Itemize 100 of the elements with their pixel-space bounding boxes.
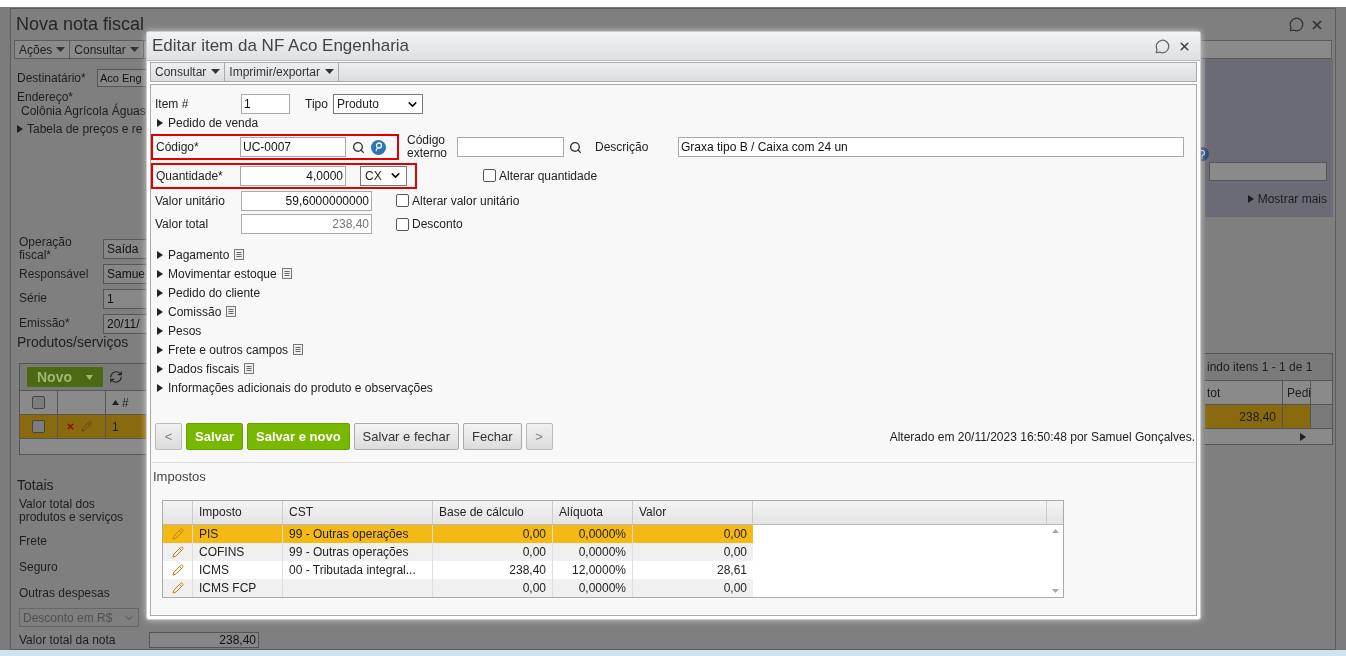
section-expander[interactable]: Informações adicionais do produto e observações: [157, 378, 433, 397]
note-icon: [244, 363, 255, 374]
sort-icon[interactable]: [112, 400, 119, 405]
scrollbar[interactable]: [20, 438, 148, 454]
table-cell: 0,00: [433, 542, 553, 561]
column-header[interactable]: Imposto: [193, 500, 283, 524]
expand-icon: [157, 383, 163, 392]
section-expander[interactable]: Frete e outros campos: [157, 340, 289, 359]
action-button[interactable]: Salvar e fechar: [353, 423, 460, 450]
note-icon: [226, 306, 237, 317]
menu-button[interactable]: Consultar: [70, 41, 144, 58]
action-button[interactable]: Fechar: [463, 423, 522, 450]
comment-icon[interactable]: [1289, 17, 1304, 32]
table-cell: 99 - Outras operações: [283, 524, 433, 543]
table-cell-text: 0,00: [722, 579, 748, 597]
checkbox[interactable]: [32, 396, 45, 409]
item-number-field[interactable]: 1: [241, 94, 290, 114]
section-title: Impostos: [153, 468, 207, 486]
quantity-field[interactable]: 4,0000: [240, 165, 346, 186]
table-cell-text: 0,00: [722, 525, 748, 543]
field-label: Valor total da nota: [18, 632, 117, 649]
search-icon[interactable]: [352, 140, 365, 154]
field-label: Valor total dos produtos e serviços: [18, 498, 125, 524]
expand-icon: [157, 269, 163, 278]
column-header[interactable]: CST: [283, 500, 433, 524]
comment-icon[interactable]: [1155, 38, 1170, 54]
note-icon: [281, 268, 292, 279]
menu-button[interactable]: Ações: [15, 41, 71, 58]
table-cell: 0,00: [433, 524, 553, 543]
section-expander[interactable]: Dados fiscais: [157, 359, 240, 378]
field-label: Destinatário*: [17, 70, 87, 87]
pencil-icon[interactable]: [171, 581, 184, 594]
info-icon[interactable]: [371, 139, 386, 155]
column-header[interactable]: Alíquota: [553, 500, 633, 524]
checkbox[interactable]: [483, 169, 496, 182]
caret-icon: [86, 374, 93, 380]
scroll-up-icon[interactable]: [1051, 528, 1059, 533]
delete-icon[interactable]: [66, 422, 75, 431]
window-title: Nova nota fiscal: [16, 13, 145, 36]
external-code-field[interactable]: [457, 137, 564, 157]
pencil-icon[interactable]: [171, 563, 184, 576]
sales-order-expander[interactable]: Pedido de venda: [155, 114, 1196, 132]
dropdown-icon: [56, 46, 66, 53]
price-table-expander[interactable]: Tabela de preços e re: [17, 120, 143, 138]
pencil-icon[interactable]: [171, 527, 184, 540]
field-label: Outras despesas: [18, 585, 110, 602]
field-label: Operação fiscal*: [19, 236, 73, 263]
menu-button[interactable]: Consultar: [151, 63, 226, 81]
search-icon[interactable]: [569, 140, 582, 154]
checkbox-label: Alterar valor unitário: [412, 192, 520, 210]
checkbox-label: Alterar quantidade: [499, 167, 598, 185]
table-cell-text: 1: [112, 418, 119, 436]
dropdown-icon: [129, 46, 139, 53]
checkbox[interactable]: [396, 194, 409, 207]
field-label: Item #: [155, 96, 190, 113]
expand-icon: [157, 119, 163, 127]
filter-field[interactable]: [1209, 162, 1327, 181]
table-cell: PIS: [193, 524, 283, 543]
unit-price-field[interactable]: 59,6000000000: [241, 190, 372, 211]
unit-select[interactable]: CX: [360, 165, 407, 186]
description-field[interactable]: Graxa tipo B / Caixa com 24 un: [678, 137, 1184, 157]
field-label: Endereço*: [17, 90, 74, 104]
dialog-title: Editar item da NF Aco Engenharia: [152, 35, 410, 58]
expand-icon: [157, 364, 163, 373]
field-label: Seguro: [18, 559, 58, 576]
recipient-field[interactable]: Aco Eng: [97, 69, 147, 87]
dropdown-icon: [325, 69, 335, 75]
field-label: Descrição: [595, 139, 650, 156]
type-select[interactable]: Produto: [332, 94, 423, 114]
table-cell-text: 28,61: [715, 561, 748, 579]
scroll-down-icon[interactable]: [1051, 588, 1059, 593]
table-cell: 0,0000%: [553, 542, 633, 561]
expand-icon: [157, 250, 163, 259]
close-icon[interactable]: [1178, 39, 1191, 53]
address-text: Colônia Agrícola Águas: [21, 104, 146, 118]
total-field[interactable]: 238,40: [149, 632, 259, 648]
table-cell: 0,00: [433, 578, 553, 597]
dropdown-icon: [211, 69, 221, 75]
column-header[interactable]: Pedi: [1283, 381, 1311, 404]
field-label: Valor unitário: [155, 192, 226, 210]
table-cell: 0,0000%: [553, 524, 633, 543]
menu-button[interactable]: Imprimir/exportar: [225, 63, 340, 81]
checkbox[interactable]: [396, 217, 409, 231]
table-cell: ICMS: [193, 560, 283, 579]
section-title: Produtos/serviços: [17, 333, 129, 352]
column-header[interactable]: Valor: [633, 500, 753, 524]
code-field[interactable]: UC-0007: [240, 137, 346, 157]
field-label: Tipo: [305, 96, 328, 113]
field-label: Responsável: [19, 267, 90, 281]
column-header[interactable]: #: [122, 393, 129, 412]
pencil-icon[interactable]: [171, 545, 184, 558]
checkbox[interactable]: [32, 420, 45, 433]
table-cell: COFINS: [193, 542, 283, 561]
table-cell: ICMS FCP: [193, 578, 283, 597]
expand-icon: [157, 345, 163, 354]
column-header[interactable]: Base de cálculo: [433, 500, 553, 524]
field-label: Série: [19, 292, 48, 306]
column-header[interactable]: tot: [1205, 381, 1283, 404]
refresh-icon[interactable]: [109, 370, 123, 384]
table-cell: 238,40: [433, 560, 553, 579]
